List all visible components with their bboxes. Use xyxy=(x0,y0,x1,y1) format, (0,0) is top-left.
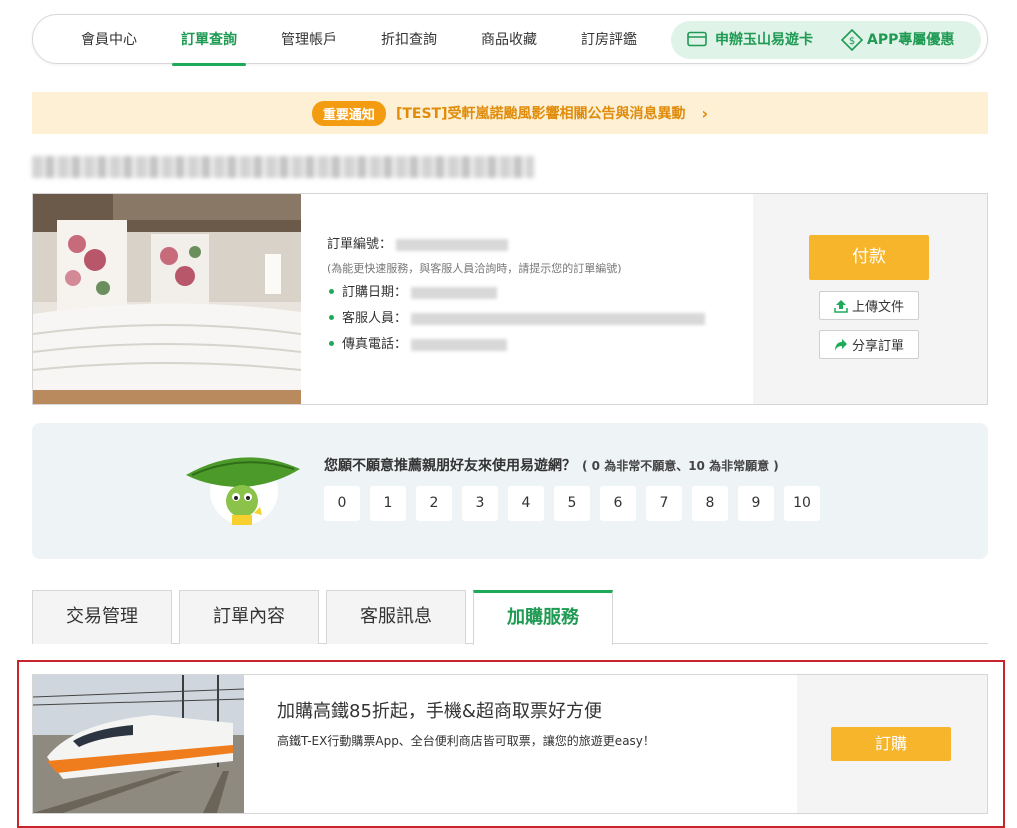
add-on-description: 高鐵T-EX行動購票App、全台便利商店皆可取票，讓您的旅遊更easy！ xyxy=(277,734,655,748)
hotel-lobby-image xyxy=(33,194,301,404)
nav-tab-hotel-review[interactable]: 訂房評鑑 xyxy=(581,15,637,65)
nps-scale-hint: ( 0 為非常不願意、10 為非常願意 ) xyxy=(582,459,779,473)
nps-score-4[interactable]: 4 xyxy=(508,486,544,521)
tab-customer-service[interactable]: 客服訊息 xyxy=(326,590,466,644)
order-date-label: 訂購日期： xyxy=(342,285,408,300)
share-order-label: 分享訂單 xyxy=(851,339,904,354)
add-on-actions: 訂購 xyxy=(797,675,987,813)
tab-order-content[interactable]: 訂單內容 xyxy=(179,590,319,644)
nps-score-10[interactable]: 10 xyxy=(784,486,820,521)
upload-document-label: 上傳文件 xyxy=(851,300,904,315)
redacted-order-date xyxy=(411,286,498,299)
nps-question: 您願不願意推薦親朋好友來使用易遊網？ ( 0 為非常不願意、10 為非常願意 ) xyxy=(324,455,779,475)
share-arrow-icon xyxy=(834,338,847,351)
leaf-mascot-icon xyxy=(186,457,300,525)
order-number-label: 訂單編號： xyxy=(327,237,393,252)
member-nav-bar: 會員中心 訂單查詢 管理帳戶 折扣查詢 商品收藏 訂房評鑑 申辦玉山易遊卡 $ … xyxy=(32,14,988,66)
order-actions: 付款 上傳文件 分享訂單 xyxy=(753,194,987,404)
high-speed-rail-image xyxy=(33,675,244,813)
add-on-hsr-card: 加購高鐵85折起，手機&超商取票好方便 高鐵T-EX行動購票App、全台便利商店… xyxy=(32,674,988,814)
chevron-right-icon: › xyxy=(701,103,709,123)
agent-label: 客服人員： xyxy=(342,311,408,326)
fax-label: 傳真電話： xyxy=(342,337,408,352)
nps-score-9[interactable]: 9 xyxy=(738,486,774,521)
pay-button[interactable]: 付款 xyxy=(809,235,929,280)
add-on-title: 加購高鐵85折起，手機&超商取票好方便 xyxy=(277,701,602,722)
redacted-agent xyxy=(411,312,706,325)
order-card: 訂單編號： (為能更快速服務，與客服人員洽詢時，請提示您的訂單編號) 訂購日期：… xyxy=(32,193,988,405)
nps-score-5[interactable]: 5 xyxy=(554,486,590,521)
nps-score-7[interactable]: 7 xyxy=(646,486,682,521)
notice-text: [TEST]受軒嵐諾颱風影響相關公告與消息異動 xyxy=(395,106,686,122)
order-info: 訂單編號： (為能更快速服務，與客服人員洽詢時，請提示您的訂單編號) 訂購日期：… xyxy=(327,232,706,358)
nps-score-3[interactable]: 3 xyxy=(462,486,498,521)
nps-survey: 您願不願意推薦親朋好友來使用易遊網？( 0 為非常不願意、10 為非常願意 ) … xyxy=(32,423,988,559)
share-order-button[interactable]: 分享訂單 xyxy=(819,330,919,359)
order-number-note: (為能更快速服務，與客服人員洽詢時，請提示您的訂單編號) xyxy=(327,262,622,275)
bullet-icon xyxy=(329,289,334,294)
nav-tab-order-query[interactable]: 訂單查詢 xyxy=(172,15,246,66)
tab-add-on-services[interactable]: 加購服務 xyxy=(473,590,613,645)
nps-score-8[interactable]: 8 xyxy=(692,486,728,521)
nps-score-0[interactable]: 0 xyxy=(324,486,360,521)
tab-transaction-management[interactable]: 交易管理 xyxy=(32,590,172,644)
bullet-icon xyxy=(329,315,334,320)
notice-badge: 重要通知 xyxy=(311,100,386,126)
svg-text:$: $ xyxy=(849,36,855,47)
upload-icon xyxy=(834,299,848,313)
nps-score-2[interactable]: 2 xyxy=(416,486,452,521)
coupon-icon: $ xyxy=(841,29,863,51)
redacted-product-title xyxy=(32,156,534,178)
upload-document-button[interactable]: 上傳文件 xyxy=(819,291,919,320)
nps-score-6[interactable]: 6 xyxy=(600,486,636,521)
bullet-icon xyxy=(329,341,334,346)
nav-tab-account[interactable]: 管理帳戶 xyxy=(281,15,337,65)
apply-card-link[interactable]: 申辦玉山易遊卡 xyxy=(715,21,813,59)
important-notice-bar[interactable]: 重要通知 [TEST]受軒嵐諾颱風影響相關公告與消息異動 › xyxy=(32,92,988,134)
order-add-on-button[interactable]: 訂購 xyxy=(831,727,951,761)
nav-tab-member-center[interactable]: 會員中心 xyxy=(81,15,137,65)
nav-tab-discount[interactable]: 折扣查詢 xyxy=(381,15,437,65)
order-detail-tabs: 交易管理 訂單內容 客服訊息 加購服務 xyxy=(32,590,988,645)
credit-card-icon xyxy=(687,31,707,47)
app-offer-link[interactable]: APP專屬優惠 xyxy=(867,21,954,59)
nps-question-text: 您願不願意推薦親朋好友來使用易遊網？ xyxy=(324,458,576,474)
redacted-fax xyxy=(411,338,508,351)
promo-pill: 申辦玉山易遊卡 $ APP專屬優惠 xyxy=(671,21,981,59)
nav-tab-favorites[interactable]: 商品收藏 xyxy=(481,15,537,65)
nps-score-1[interactable]: 1 xyxy=(370,486,406,521)
redacted-order-number xyxy=(396,238,509,251)
